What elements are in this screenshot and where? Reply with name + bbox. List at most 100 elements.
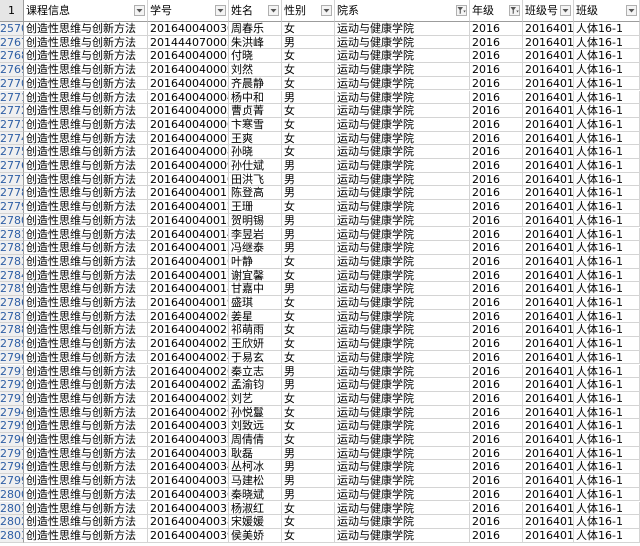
cell-class[interactable]: 人体16-1 <box>574 22 640 36</box>
cell-gender[interactable]: 男 <box>282 172 335 187</box>
cell-class[interactable]: 人体16-1 <box>574 172 640 187</box>
cell-grade[interactable]: 2016 <box>470 90 523 105</box>
cell-course-info[interactable]: 创造性思维与创新方法 <box>24 405 148 420</box>
cell-name[interactable]: 刘艺 <box>229 391 282 406</box>
cell-department[interactable]: 运动与健康学院 <box>335 323 470 338</box>
row-number[interactable]: 2799 <box>0 474 24 488</box>
cell-class-number[interactable]: 2016401 <box>523 405 574 420</box>
cell-grade[interactable]: 2016 <box>470 254 523 269</box>
cell-course-info[interactable]: 创造性思维与创新方法 <box>24 213 148 228</box>
cell-class-number[interactable]: 2016401 <box>523 296 574 310</box>
column-header-student-id[interactable]: 学号 <box>148 0 229 22</box>
cell-class[interactable]: 人体16-1 <box>574 460 640 475</box>
cell-department[interactable]: 运动与健康学院 <box>335 433 470 447</box>
cell-grade[interactable]: 2016 <box>470 528 523 543</box>
cell-name[interactable]: 王爽 <box>229 131 282 146</box>
cell-student-id[interactable]: 201640040028 <box>148 391 229 406</box>
cell-gender[interactable]: 男 <box>282 282 335 296</box>
cell-grade[interactable]: 2016 <box>470 474 523 488</box>
cell-student-id[interactable]: 201444070003 <box>148 35 229 50</box>
row-number[interactable]: 2796 <box>0 433 24 447</box>
cell-name[interactable]: 卞寒雪 <box>229 117 282 132</box>
cell-gender[interactable]: 女 <box>282 254 335 269</box>
cell-class[interactable]: 人体16-1 <box>574 309 640 324</box>
cell-course-info[interactable]: 创造性思维与创新方法 <box>24 515 148 529</box>
cell-student-id[interactable]: 201640040014 <box>148 227 229 242</box>
filter-dropdown-icon[interactable] <box>134 5 145 16</box>
row-number[interactable]: 2787 <box>0 309 24 324</box>
cell-class[interactable]: 人体16-1 <box>574 487 640 502</box>
cell-student-id[interactable]: 201640040004 <box>148 90 229 105</box>
cell-class-number[interactable]: 2016401 <box>523 364 574 379</box>
cell-name[interactable]: 马建松 <box>229 474 282 488</box>
cell-name[interactable]: 谢宜馨 <box>229 268 282 283</box>
cell-grade[interactable]: 2016 <box>470 337 523 351</box>
cell-course-info[interactable]: 创造性思维与创新方法 <box>24 186 148 201</box>
cell-student-id[interactable]: 201640040006 <box>148 117 229 132</box>
cell-gender[interactable]: 女 <box>282 337 335 351</box>
cell-department[interactable]: 运动与健康学院 <box>335 186 470 201</box>
cell-class[interactable]: 人体16-1 <box>574 49 640 64</box>
cell-course-info[interactable]: 创造性思维与创新方法 <box>24 22 148 36</box>
cell-class[interactable]: 人体16-1 <box>574 241 640 255</box>
cell-student-id[interactable]: 201640040018 <box>148 282 229 296</box>
cell-grade[interactable]: 2016 <box>470 35 523 50</box>
row-number[interactable]: 2771 <box>0 90 24 105</box>
filter-dropdown-icon[interactable] <box>215 5 226 16</box>
column-header-name[interactable]: 姓名 <box>229 0 282 22</box>
cell-class-number[interactable]: 2016401 <box>523 337 574 351</box>
cell-student-id[interactable]: 201640040012 <box>148 200 229 214</box>
cell-class-number[interactable]: 2016401 <box>523 474 574 488</box>
cell-class-number[interactable]: 2016401 <box>523 200 574 214</box>
filter-active-icon[interactable] <box>509 5 520 16</box>
cell-gender[interactable]: 男 <box>282 90 335 105</box>
cell-class-number[interactable]: 2016401 <box>523 145 574 159</box>
cell-class[interactable]: 人体16-1 <box>574 145 640 159</box>
cell-student-id[interactable]: 201640040016 <box>148 254 229 269</box>
cell-class-number[interactable]: 2016401 <box>523 186 574 201</box>
cell-course-info[interactable]: 创造性思维与创新方法 <box>24 227 148 242</box>
cell-department[interactable]: 运动与健康学院 <box>335 487 470 502</box>
cell-class[interactable]: 人体16-1 <box>574 76 640 91</box>
cell-department[interactable]: 运动与健康学院 <box>335 364 470 379</box>
cell-grade[interactable]: 2016 <box>470 49 523 64</box>
row-number[interactable]: 2795 <box>0 419 24 433</box>
cell-class-number[interactable]: 2016401 <box>523 213 574 228</box>
cell-class[interactable]: 人体16-1 <box>574 104 640 118</box>
cell-student-id[interactable]: 201640040037 <box>148 501 229 516</box>
cell-class-number[interactable]: 2016401 <box>523 419 574 433</box>
cell-student-id[interactable]: 201640040011 <box>148 186 229 201</box>
cell-name[interactable]: 贺明锡 <box>229 213 282 228</box>
cell-name[interactable]: 祁萌雨 <box>229 323 282 338</box>
cell-gender[interactable]: 男 <box>282 213 335 228</box>
cell-grade[interactable]: 2016 <box>470 364 523 379</box>
cell-gender[interactable]: 女 <box>282 117 335 132</box>
cell-gender[interactable]: 女 <box>282 49 335 64</box>
cell-class[interactable]: 人体16-1 <box>574 337 640 351</box>
cell-department[interactable]: 运动与健康学院 <box>335 446 470 461</box>
row-number[interactable]: 2570 <box>0 22 24 36</box>
cell-department[interactable]: 运动与健康学院 <box>335 241 470 255</box>
cell-gender[interactable]: 女 <box>282 76 335 91</box>
cell-department[interactable]: 运动与健康学院 <box>335 474 470 488</box>
cell-class-number[interactable]: 2016401 <box>523 323 574 338</box>
cell-gender[interactable]: 女 <box>282 145 335 159</box>
cell-name[interactable]: 李昱岩 <box>229 227 282 242</box>
cell-class-number[interactable]: 2016401 <box>523 76 574 91</box>
cell-student-id[interactable]: 201640040002 <box>148 63 229 77</box>
cell-name[interactable]: 盛琪 <box>229 296 282 310</box>
cell-class[interactable]: 人体16-1 <box>574 323 640 338</box>
filter-dropdown-icon[interactable] <box>626 5 637 16</box>
cell-department[interactable]: 运动与健康学院 <box>335 528 470 543</box>
cell-course-info[interactable]: 创造性思维与创新方法 <box>24 460 148 475</box>
cell-student-id[interactable]: 201640040024 <box>148 350 229 365</box>
cell-department[interactable]: 运动与健康学院 <box>335 419 470 433</box>
cell-class-number[interactable]: 2016401 <box>523 446 574 461</box>
cell-class-number[interactable]: 2016401 <box>523 104 574 118</box>
row-number[interactable]: 2772 <box>0 104 24 118</box>
cell-grade[interactable]: 2016 <box>470 213 523 228</box>
row-number[interactable]: 2792 <box>0 378 24 392</box>
cell-name[interactable]: 孙晓 <box>229 145 282 159</box>
row-number[interactable]: 2774 <box>0 131 24 146</box>
cell-student-id[interactable]: 201640040001 <box>148 49 229 64</box>
